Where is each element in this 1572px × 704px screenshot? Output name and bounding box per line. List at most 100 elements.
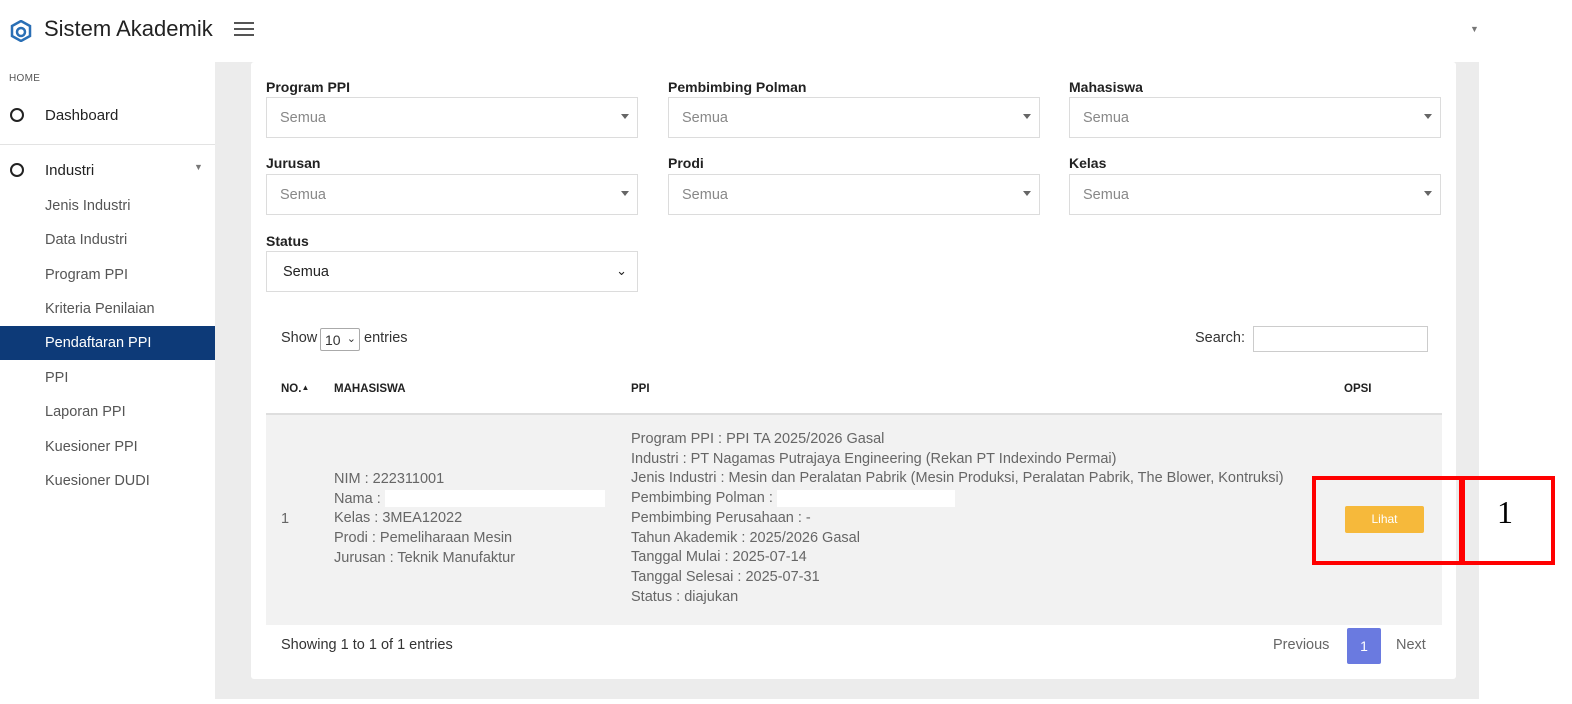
- sidebar-item-industri[interactable]: Industri ▼: [0, 154, 215, 188]
- tahun-akademik-text: Tahun Akademik : 2025/2026 Gasal: [631, 529, 860, 546]
- sidebar-item-jenis-industri[interactable]: Jenis Industri: [0, 189, 215, 223]
- table-info: Showing 1 to 1 of 1 entries: [281, 637, 453, 653]
- sidebar-header: HOME: [9, 73, 41, 84]
- chevron-down-icon: ▼: [194, 162, 203, 172]
- kelas-text: Kelas : 3MEA12022: [334, 510, 463, 527]
- search-input[interactable]: [1253, 326, 1428, 352]
- column-header-no[interactable]: NO.▲: [281, 383, 309, 395]
- filter-label-pembimbing-polman: Pembimbing Polman: [668, 79, 807, 95]
- filter-label-kelas: Kelas: [1069, 155, 1107, 171]
- caret-down-icon: [1023, 114, 1031, 119]
- row-number: 1: [281, 511, 290, 527]
- sidebar-item-dashboard[interactable]: Dashboard: [0, 99, 215, 133]
- sidebar-item-label: Laporan PPI: [45, 404, 126, 420]
- pagination-next[interactable]: Next: [1396, 637, 1426, 653]
- annotation-number: 1: [1497, 494, 1513, 530]
- sidebar-item-ppi[interactable]: PPI: [0, 361, 215, 395]
- nama-text: Nama :: [334, 490, 381, 507]
- redacted-name: [384, 490, 605, 508]
- sidebar-item-kuesioner-ppi[interactable]: Kuesioner PPI: [0, 430, 215, 464]
- industri-text: Industri : PT Nagamas Putrajaya Engineer…: [631, 450, 1117, 467]
- column-header-opsi[interactable]: OPSI: [1344, 383, 1371, 395]
- mahasiswa-select[interactable]: Semua: [1069, 97, 1441, 138]
- sidebar-item-label: Industri: [45, 162, 95, 179]
- sidebar-divider: [0, 144, 215, 145]
- sidebar-item-label: Jenis Industri: [45, 198, 131, 214]
- tanggal-selesai-text: Tanggal Selesai : 2025-07-31: [631, 568, 820, 585]
- column-header-ppi[interactable]: PPI: [631, 383, 650, 395]
- top-navbar: Sistem Akademik ▼: [0, 0, 1572, 62]
- jurusan-text: Jurusan : Teknik Manufaktur: [334, 549, 516, 566]
- filter-label-jurusan: Jurusan: [266, 155, 321, 171]
- select-value: Semua: [283, 264, 329, 280]
- sidebar-item-label: Kuesioner DUDI: [45, 473, 150, 489]
- pagination-previous[interactable]: Previous: [1273, 637, 1329, 653]
- jenis-industri-text: Jenis Industri : Mesin dan Peralatan Pab…: [631, 470, 1284, 487]
- sidebar-item-label: Pendaftaran PPI: [45, 335, 152, 351]
- sidebar: HOME Dashboard Industri ▼ Jenis Industri…: [0, 62, 215, 704]
- select-value: Semua: [280, 110, 326, 126]
- caret-down-icon: [621, 191, 629, 196]
- filter-label-prodi: Prodi: [668, 155, 704, 171]
- page-length-value: 10: [325, 332, 341, 348]
- column-header-label: NO.: [281, 383, 302, 395]
- chevron-down-icon: ⌄: [346, 333, 356, 345]
- app-title: Sistem Akademik: [44, 16, 213, 41]
- logo-icon: [10, 20, 32, 42]
- status-select[interactable]: Semua ⌄: [266, 251, 638, 292]
- sidebar-item-pendaftaran-ppi[interactable]: Pendaftaran PPI: [0, 326, 215, 360]
- caret-down-icon: [1023, 191, 1031, 196]
- user-dropdown-caret-icon[interactable]: ▼: [1470, 24, 1479, 34]
- sidebar-item-data-industri[interactable]: Data Industri: [0, 223, 215, 257]
- redacted-name: [776, 489, 955, 507]
- sidebar-item-label: Kriteria Penilaian: [45, 301, 155, 317]
- circle-icon: [10, 163, 24, 177]
- sidebar-item-kuesioner-dudi[interactable]: Kuesioner DUDI: [0, 464, 215, 498]
- sidebar-item-laporan-ppi[interactable]: Laporan PPI: [0, 395, 215, 429]
- pembimbing-polman-text: Pembimbing Polman :: [631, 490, 773, 507]
- tanggal-mulai-text: Tanggal Mulai : 2025-07-14: [631, 549, 807, 566]
- entries-label: entries: [364, 330, 408, 346]
- caret-down-icon: [1424, 191, 1432, 196]
- menu-toggle-icon[interactable]: [234, 22, 254, 38]
- select-value: Semua: [1083, 110, 1129, 126]
- column-header-mahasiswa[interactable]: MAHASISWA: [334, 383, 406, 395]
- select-value: Semua: [682, 110, 728, 126]
- program-ppi-text: Program PPI : PPI TA 2025/2026 Gasal: [631, 431, 885, 447]
- prodi-text: Prodi : Pemeliharaan Mesin: [334, 530, 513, 547]
- status-text: Status : diajukan: [631, 588, 739, 605]
- circle-icon: [10, 108, 24, 122]
- sidebar-item-label: Program PPI: [45, 267, 128, 283]
- mahasiswa-cell: NIM : 222311001 Nama : Kelas : 3MEA12022…: [334, 470, 605, 569]
- annotation-box: [1312, 476, 1465, 565]
- caret-down-icon: [621, 114, 629, 119]
- kelas-select[interactable]: Semua: [1069, 174, 1441, 215]
- sidebar-item-label: PPI: [45, 370, 69, 386]
- search-label: Search:: [1195, 330, 1245, 346]
- filter-label-mahasiswa: Mahasiswa: [1069, 79, 1143, 95]
- sidebar-item-label: Dashboard: [45, 107, 119, 124]
- pembimbing-perusahaan-text: Pembimbing Perusahaan : -: [631, 509, 811, 526]
- select-value: Semua: [1083, 187, 1129, 203]
- pagination-page-1[interactable]: 1: [1347, 628, 1381, 664]
- pembimbing-polman-line: Pembimbing Polman :: [631, 489, 1284, 509]
- show-label: Show: [281, 330, 318, 346]
- select-value: Semua: [682, 187, 728, 203]
- sidebar-item-program-ppi[interactable]: Program PPI: [0, 258, 215, 292]
- select-value: Semua: [280, 187, 326, 203]
- ppi-cell: Program PPI : PPI TA 2025/2026 Gasal Ind…: [631, 430, 1284, 607]
- nama-line: Nama :: [334, 490, 605, 510]
- chevron-down-icon: ⌄: [616, 263, 627, 278]
- sidebar-item-label: Kuesioner PPI: [45, 439, 138, 455]
- jurusan-select[interactable]: Semua: [266, 174, 638, 215]
- page-length-select[interactable]: 10 ⌄: [320, 328, 360, 351]
- caret-down-icon: [1424, 114, 1432, 119]
- pembimbing-polman-select[interactable]: Semua: [668, 97, 1040, 138]
- filter-label-program-ppi: Program PPI: [266, 79, 351, 95]
- sidebar-item-kriteria-penilaian[interactable]: Kriteria Penilaian: [0, 292, 215, 326]
- program-ppi-select[interactable]: Semua: [266, 97, 638, 138]
- nim-text: NIM : 222311001: [334, 471, 445, 487]
- prodi-select[interactable]: Semua: [668, 174, 1040, 215]
- sort-asc-icon: ▲: [301, 383, 310, 392]
- sidebar-item-label: Data Industri: [45, 232, 128, 248]
